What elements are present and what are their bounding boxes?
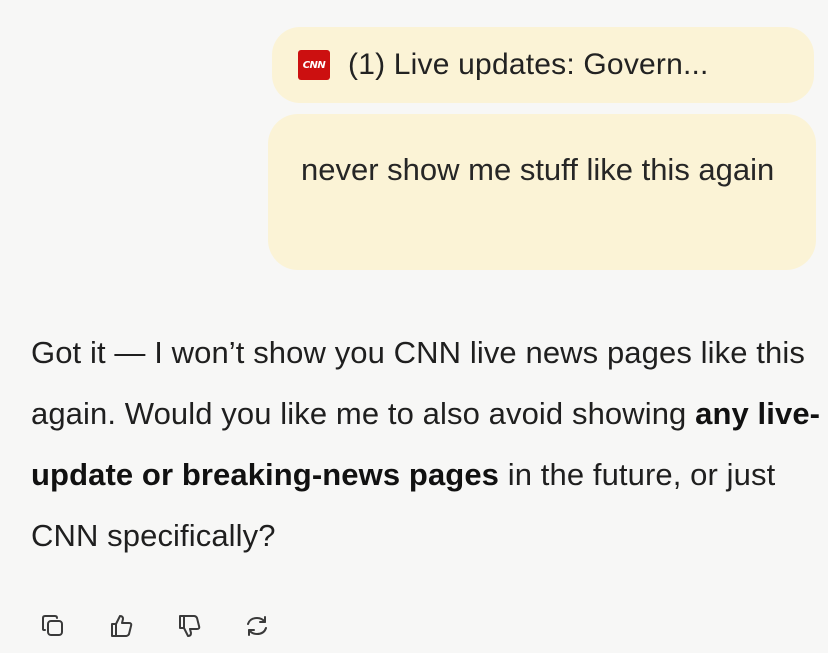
regenerate-button[interactable]	[240, 609, 274, 643]
regenerate-icon	[247, 616, 267, 636]
user-message-text: never show me stuff like this again	[301, 152, 775, 187]
chat-page: CNN (1) Live updates: Govern... never sh…	[0, 0, 828, 653]
thumbs-down-button[interactable]	[172, 609, 206, 643]
cnn-logo-icon: CNN	[298, 50, 330, 80]
assistant-text-part1: Got it — I won’t show you CNN live news …	[31, 335, 805, 431]
message-action-bar	[36, 609, 308, 643]
thumbs-down-icon	[179, 615, 201, 637]
thumbs-up-icon	[111, 615, 133, 637]
thumbs-up-button[interactable]	[104, 609, 138, 643]
attached-page-chip[interactable]: CNN (1) Live updates: Govern...	[272, 27, 814, 103]
user-message-bubble: never show me stuff like this again	[268, 114, 816, 270]
cnn-logo-text: CNN	[302, 59, 326, 71]
attached-page-title: (1) Live updates: Govern...	[348, 48, 709, 81]
copy-icon	[42, 615, 63, 636]
assistant-message-text: Got it — I won’t show you CNN live news …	[31, 322, 821, 566]
copy-button[interactable]	[36, 609, 70, 643]
